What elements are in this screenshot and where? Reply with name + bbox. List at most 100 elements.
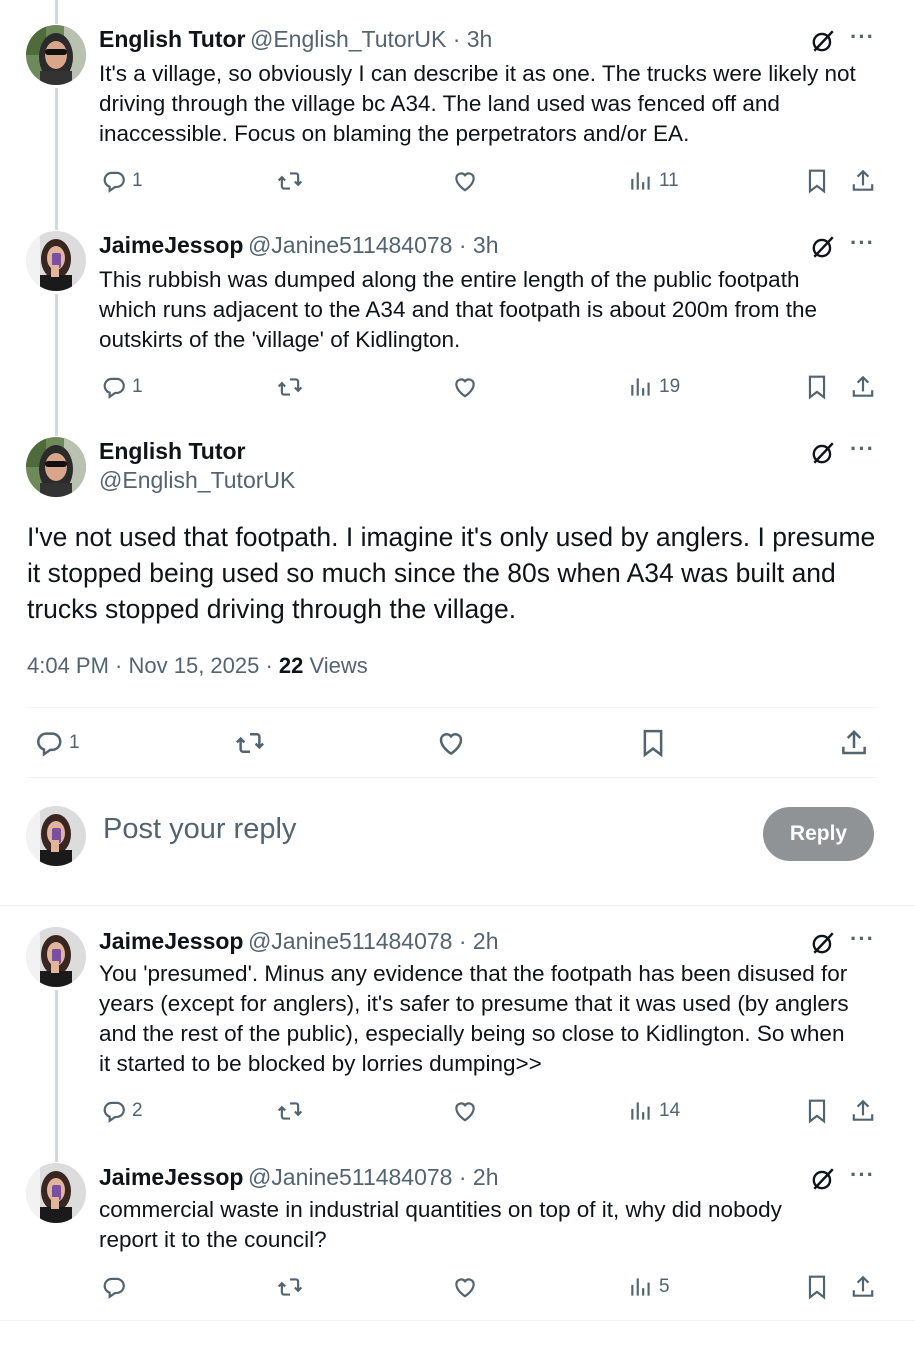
comment-icon [34, 728, 64, 758]
timestamp[interactable]: 4:04 PM · Nov 15, 2025 · [27, 653, 279, 678]
views-count: 14 [659, 1100, 681, 1121]
tweet-text: You 'presumed'. Minus any evidence that … [99, 961, 849, 1076]
grok-icon[interactable] [810, 440, 836, 466]
more-icon[interactable]: ··· [850, 926, 875, 952]
reply-count: 1 [132, 376, 143, 397]
share-icon [839, 728, 869, 758]
more-icon[interactable]: ··· [850, 1162, 875, 1188]
share-button[interactable] [850, 1274, 876, 1300]
share-button[interactable] [850, 168, 876, 194]
heart-icon [452, 1098, 478, 1124]
divider [27, 707, 877, 708]
repost-icon [276, 1098, 304, 1124]
author-name[interactable]: JaimeJessop [99, 928, 243, 954]
author-name[interactable]: English Tutor [99, 26, 246, 52]
tweet-text: This rubbish was dumped along the entire… [99, 267, 817, 352]
views-button[interactable]: 5 [628, 1274, 670, 1300]
reply-tweet[interactable]: JaimeJessop @Janine511484078 · 2h ··· co… [0, 1160, 915, 1320]
reply-input[interactable]: Post your reply [103, 813, 296, 846]
author-handle[interactable]: @English_TutorUK [99, 467, 295, 494]
author-name[interactable]: JaimeJessop [99, 232, 243, 258]
grok-icon[interactable] [810, 1166, 836, 1192]
reply-count: 1 [132, 170, 143, 191]
avatar[interactable] [26, 927, 86, 987]
author-name[interactable]: English Tutor [99, 438, 295, 465]
views-icon [628, 1274, 654, 1300]
avatar[interactable] [26, 1163, 86, 1223]
avatar[interactable] [26, 437, 86, 497]
share-icon [850, 168, 876, 194]
divider [27, 777, 877, 778]
tweet-meta: 4:04 PM · Nov 15, 2025 · 22 Views [27, 653, 368, 679]
reply-button[interactable]: 1 [34, 728, 80, 758]
like-button[interactable] [452, 1274, 478, 1300]
share-button[interactable] [850, 1098, 876, 1124]
divider [0, 905, 915, 906]
views-button[interactable]: 11 [628, 168, 679, 194]
reply-submit-button[interactable]: Reply [763, 807, 874, 861]
author-name[interactable]: JaimeJessop [99, 1164, 243, 1190]
more-icon[interactable]: ··· [850, 436, 875, 462]
reply-button[interactable]: 1 [101, 374, 143, 400]
bookmark-icon [804, 168, 830, 194]
share-icon [850, 1274, 876, 1300]
repost-button[interactable] [276, 168, 304, 194]
grok-icon[interactable] [810, 930, 836, 956]
thread-line [55, 294, 58, 436]
bookmark-icon [804, 374, 830, 400]
comment-icon [101, 374, 127, 400]
reply-button[interactable] [101, 1274, 132, 1300]
reply-button[interactable]: 2 [101, 1098, 143, 1124]
views-label: Views [303, 653, 368, 678]
views-count: 11 [659, 170, 679, 191]
share-button[interactable] [850, 374, 876, 400]
reply-count: 1 [69, 732, 80, 753]
composer-avatar [26, 806, 86, 866]
repost-button[interactable] [276, 374, 304, 400]
repost-icon [276, 168, 304, 194]
views-button[interactable]: 14 [628, 1098, 680, 1124]
comment-icon [101, 1274, 127, 1300]
like-button[interactable] [436, 728, 466, 758]
more-icon[interactable]: ··· [850, 24, 875, 50]
grok-icon[interactable] [810, 234, 836, 260]
thread-line [55, 88, 58, 230]
bookmark-button[interactable] [804, 1098, 830, 1124]
tweet-text: It's a village, so obviously I can descr… [99, 61, 856, 146]
like-button[interactable] [452, 374, 478, 400]
bookmark-button[interactable] [638, 728, 668, 758]
tweet[interactable]: English Tutor @English_TutorUK · 3h ··· … [0, 22, 915, 230]
like-button[interactable] [452, 1098, 478, 1124]
reply-count: 2 [132, 1100, 143, 1121]
comment-icon [101, 1098, 127, 1124]
bookmark-icon [638, 728, 668, 758]
reply-button[interactable]: 1 [101, 168, 143, 194]
tweet[interactable]: JaimeJessop @Janine511484078 · 3h ··· Th… [0, 228, 915, 436]
like-button[interactable] [452, 168, 478, 194]
repost-button[interactable] [276, 1098, 304, 1124]
bookmark-icon [804, 1098, 830, 1124]
avatar[interactable] [26, 25, 86, 85]
more-icon[interactable]: ··· [850, 230, 875, 256]
bookmark-button[interactable] [804, 374, 830, 400]
bookmark-button[interactable] [804, 168, 830, 194]
bookmark-icon [804, 1274, 830, 1300]
share-icon [850, 1098, 876, 1124]
views-button[interactable]: 19 [628, 374, 680, 400]
reply-tweet[interactable]: JaimeJessop @Janine511484078 · 2h ··· Yo… [0, 924, 915, 1162]
author-handle[interactable]: @Janine511484078 · 2h [248, 928, 499, 954]
author-handle[interactable]: @Janine511484078 · 2h [248, 1164, 499, 1190]
views-count: 22 [278, 653, 304, 678]
repost-button[interactable] [276, 1274, 304, 1300]
divider [0, 1320, 915, 1321]
repost-icon [276, 1274, 304, 1300]
grok-icon[interactable] [810, 28, 836, 54]
author-handle[interactable]: @Janine511484078 · 3h [248, 232, 499, 258]
avatar[interactable] [26, 231, 86, 291]
tweet-text: I've not used that footpath. I imagine i… [27, 522, 876, 624]
share-button[interactable] [839, 728, 869, 758]
views-icon [628, 168, 654, 194]
author-handle[interactable]: @English_TutorUK · 3h [250, 26, 492, 52]
bookmark-button[interactable] [804, 1274, 830, 1300]
repost-button[interactable] [234, 728, 266, 758]
